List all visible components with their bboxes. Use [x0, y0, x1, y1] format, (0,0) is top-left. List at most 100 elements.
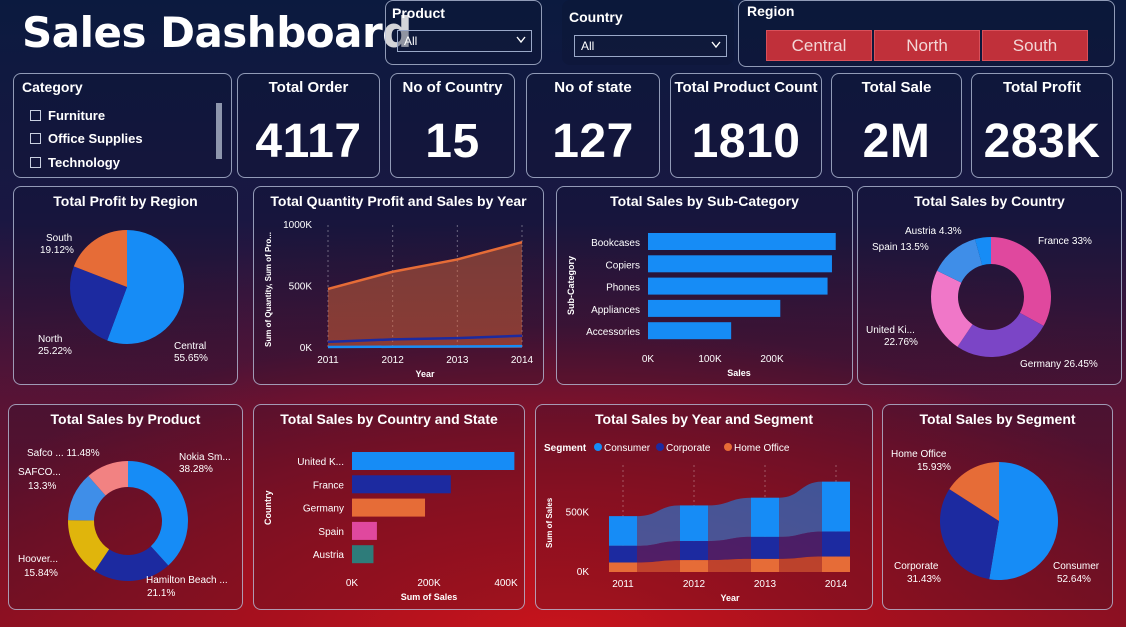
slice-label: Safco ... 11.48%	[27, 448, 100, 459]
region-button-central[interactable]: Central	[766, 30, 872, 61]
category-label: Accessories	[586, 327, 640, 338]
x-tick-label: 2011	[317, 355, 339, 366]
kpi-label: No of Country	[402, 79, 503, 96]
chart-sales-by-subcategory: Total Sales by Sub-Category Bookcases Cop…	[556, 186, 853, 385]
x-tick-label: 2012	[683, 579, 706, 590]
slice-pct-label: 31.43%	[907, 574, 941, 585]
country-dropdown-value: All	[581, 39, 595, 53]
sales-by-subcategory-bar-chart: Bookcases Copiers Phones Appliances Accessor…	[566, 233, 836, 378]
slice-pct-label: 38.28%	[179, 464, 213, 475]
segment-bar	[751, 497, 779, 537]
y-tick-label: 0K	[577, 567, 590, 578]
slice-pct-label: 15.93%	[917, 462, 951, 473]
region-slicer-label: Region	[747, 3, 795, 19]
sales-by-year-segment-ribbon-chart: Segment Consumer Corporate Home Office 0K 500…	[544, 443, 850, 603]
segment-bar	[680, 541, 708, 561]
bar	[352, 545, 374, 564]
legend-label: Corporate	[666, 443, 711, 454]
slice-label: Spain 13.5%	[872, 242, 929, 253]
checkbox[interactable]	[30, 110, 41, 121]
x-tick-label: 2012	[382, 355, 405, 366]
slice-label: SAFCO...	[18, 467, 61, 478]
y-tick-label: 0K	[300, 343, 313, 354]
legend-marker	[724, 443, 732, 451]
pie-slice	[989, 462, 1058, 580]
kpi-card-no-of-country: No of Country 15	[390, 73, 515, 178]
category-slicer: Category Furniture Office Supplies Techn…	[13, 73, 232, 178]
chart-sales-by-country-state: Total Sales by Country and State United …	[253, 404, 525, 610]
slice-pct-label: 55.65%	[174, 353, 208, 364]
slice-label: Nokia Sm...	[179, 452, 231, 463]
slice-pct-label: 25.22%	[38, 346, 72, 357]
slice-label: Home Office	[891, 449, 947, 460]
x-tick-label: 400K	[494, 578, 518, 589]
country-dropdown[interactable]: All	[574, 35, 727, 57]
category-label: Spain	[318, 527, 344, 538]
x-tick-label: 2014	[825, 579, 848, 590]
kpi-label: Total Sale	[861, 79, 932, 96]
segment-bar	[822, 556, 850, 572]
ribbon	[708, 558, 751, 572]
chart-sales-by-product: Total Sales by Product Nokia Sm... 38.28%…	[8, 404, 243, 610]
product-dropdown-value: All	[404, 34, 418, 48]
y-axis-label: Sum of Quantity, Sum of Pro...	[264, 232, 273, 347]
kpi-value: 4117	[255, 115, 362, 168]
kpi-card-total-order: Total Order 4117	[237, 73, 380, 178]
category-label: Phones	[606, 283, 640, 294]
y-tick-label: 500K	[566, 508, 590, 519]
x-tick-label: 200K	[760, 354, 784, 365]
checkbox[interactable]	[30, 133, 41, 144]
ribbon	[708, 497, 751, 542]
sales-by-country-state-bar-chart: United K... France Germany Spain Austria 0K 20…	[263, 452, 518, 602]
bar	[648, 299, 781, 317]
slice-label: United Ki...	[866, 325, 915, 336]
slice-label: Hoover...	[18, 554, 58, 565]
category-label: Austria	[313, 550, 345, 561]
x-tick-label: 2013	[754, 579, 777, 590]
slice-pct-label: 22.76%	[884, 337, 918, 348]
sales-by-segment-pie: Consumer 52.64% Corporate 31.43% Home Office…	[891, 449, 1100, 585]
sales-by-product-donut: Nokia Sm...38.28% Hamilton Beach ... 21.1%…	[18, 448, 231, 599]
bar	[648, 233, 836, 250]
series-line	[327, 344, 523, 349]
chart-sales-by-country: Total Sales by Country France 33% Germany…	[857, 186, 1122, 385]
segment-bar	[680, 505, 708, 542]
profit-by-region-pie: Central55.65% North25.22% South19.12%	[38, 230, 208, 364]
slice-pct-label: 15.84%	[24, 568, 58, 579]
y-axis-label: Sub-Category	[566, 256, 576, 315]
segment-bar	[751, 558, 779, 572]
slice-pct-label: 19.12%	[40, 245, 74, 256]
slice-label: Central	[174, 341, 206, 352]
bar	[352, 521, 377, 540]
bar	[648, 255, 832, 273]
kpi-label: Total Order	[268, 79, 349, 96]
x-tick-label: 2011	[612, 579, 634, 590]
bar	[648, 322, 732, 340]
kpi-card-total-product-count: Total Product Count 1810	[670, 73, 822, 178]
kpi-card-no-of-state: No of state 127	[526, 73, 660, 178]
slice-label: North	[38, 334, 62, 345]
x-axis-label: Sales	[727, 368, 751, 378]
region-button-north[interactable]: North	[874, 30, 980, 61]
pie-slice	[957, 312, 1044, 357]
product-slicer-label: Product	[392, 5, 445, 21]
legend-marker	[594, 443, 602, 451]
category-label: France	[313, 480, 345, 491]
category-scrollbar[interactable]	[216, 103, 222, 159]
x-tick-label: 2013	[446, 355, 469, 366]
x-tick-label: 0K	[346, 578, 359, 589]
pie-slice	[128, 461, 189, 566]
kpi-card-total-profit: Total Profit 283K	[971, 73, 1113, 178]
slice-pct-label: 13.3%	[28, 481, 56, 492]
ribbon	[637, 505, 680, 546]
region-button-south[interactable]: South	[982, 30, 1088, 61]
country-slicer-label: Country	[569, 9, 623, 25]
segment-bar	[822, 531, 850, 557]
kpi-label: Total Product Count	[674, 79, 818, 96]
legend-marker	[656, 443, 664, 451]
segment-bar	[609, 545, 637, 563]
area-fill	[328, 242, 522, 348]
bar	[352, 452, 515, 470]
checkbox[interactable]	[30, 157, 41, 168]
product-dropdown[interactable]: All	[397, 30, 532, 52]
